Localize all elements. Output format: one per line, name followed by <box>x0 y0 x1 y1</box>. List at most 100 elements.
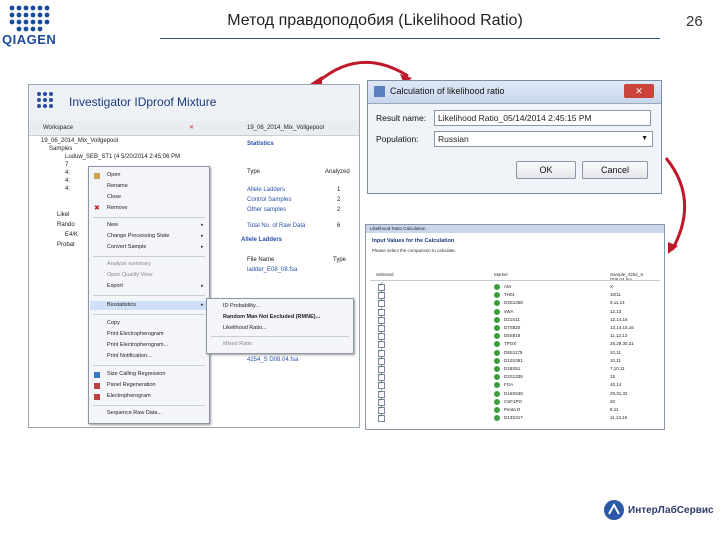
menu-item-convert[interactable]: Convert Sample <box>107 244 146 250</box>
menu-item-biostatistics[interactable]: Biostatistics <box>107 302 136 308</box>
submenu-item-mixed-ratio[interactable]: Mixed Ratio <box>223 341 252 347</box>
table-row[interactable]: ✓ Penta D 8,11 <box>366 405 664 414</box>
menu-item-export[interactable]: Export <box>107 283 123 289</box>
table-row[interactable]: ✓ FGA 10,14 <box>366 380 664 390</box>
table-row[interactable]: ✓ D3S1358 9,11,14 <box>366 298 664 308</box>
tree-item[interactable]: E4/K <box>65 231 78 239</box>
table-row[interactable]: ✓ D7S820 13,14,15,16 <box>366 323 664 332</box>
menu-item-analyze[interactable]: Analyze summary <box>107 261 151 267</box>
menu-item-copy[interactable]: Copy <box>107 320 120 326</box>
check-icon: ✓ <box>378 396 384 403</box>
population-select[interactable]: Russian ▼ <box>434 131 653 147</box>
row-value: X <box>610 284 614 289</box>
table-row[interactable]: ✓ D18S51 7,10,11 <box>366 364 664 373</box>
menu-item-print[interactable]: Print Electropherogram <box>107 331 164 337</box>
input-values-panel: Likelihood Ratio Calculation Input Value… <box>365 224 665 430</box>
close-icon[interactable]: ✕ <box>624 84 654 98</box>
menu-item-panel[interactable]: Panel Regeneration <box>107 382 156 388</box>
menu-item-rename[interactable]: Rename <box>107 183 128 189</box>
row-marker: TH01 <box>504 292 516 298</box>
remove-icon: ✖ <box>94 205 100 212</box>
table-row[interactable]: ✓ D8S1179 10,11 <box>366 347 664 357</box>
menu-item-new[interactable]: New <box>107 222 118 228</box>
menu-item-sequence[interactable]: Sequence Raw Data... <box>107 410 162 416</box>
cancel-button[interactable]: Cancel <box>582 161 648 179</box>
tree-item[interactable]: Luduw_SEB_ST1 (4 5/20/2014 2:45:06 PM <box>65 153 180 161</box>
menu-item-change-state[interactable]: Change Processing State <box>107 233 169 239</box>
marker-status-icon <box>494 341 500 348</box>
table-row[interactable]: ✓ D13S317 11,13,16 <box>366 413 664 423</box>
col-selected: Selected <box>376 272 394 277</box>
qiagen-dots-icon <box>9 5 50 32</box>
file-item[interactable]: 4254_S D08.04.fsa <box>247 355 298 365</box>
submenu-item-likelihood-ratio[interactable]: Likelihood Ratio... <box>223 325 267 331</box>
row-marker: AM <box>504 284 511 289</box>
marker-status-icon <box>494 398 500 405</box>
marker-status-icon <box>494 333 500 340</box>
tree-item[interactable]: 4: <box>65 177 70 185</box>
panel-icon <box>94 383 100 389</box>
row-marker: FGA <box>504 382 514 388</box>
menu-item-quality[interactable]: Open Quality View <box>107 272 152 278</box>
tree-item[interactable]: 4: <box>65 169 70 177</box>
ok-button[interactable]: OK <box>516 161 576 179</box>
menu-item-close[interactable]: Close <box>107 194 121 200</box>
menu-item-print-2[interactable]: Print Electropherogram... <box>107 342 168 348</box>
table-row[interactable]: ✓ TH01 10/11 <box>366 290 664 300</box>
table-row[interactable]: ✓ AM X <box>366 282 664 291</box>
stats-row-value: 6 <box>337 223 341 229</box>
check-icon: ✓ <box>378 290 384 297</box>
submenu-item-rmne[interactable]: Random Man Not Excluded (RMNE)... <box>223 314 320 320</box>
submenu-item-id-probability[interactable]: ID Probability... <box>223 303 260 309</box>
tab-workspace[interactable]: Workspace <box>43 121 73 135</box>
tree-item[interactable]: Likel <box>57 211 69 219</box>
file-name-col: File Name <box>247 257 275 263</box>
menu-item-notification[interactable]: Print Notification... <box>107 353 152 359</box>
file-name-value[interactable]: ladder_E08_08.fsa <box>247 265 297 275</box>
col-sample: Sample_4254_S D08.04.fsa <box>610 272 644 282</box>
check-icon: ✓ <box>378 347 384 354</box>
row-value: 28,29,30,31 <box>610 341 634 347</box>
table-row[interactable]: ✓ D21S11 12,14,16 <box>366 315 664 324</box>
stats-row-type[interactable]: Total No. of Raw Data <box>247 221 305 231</box>
tree-item[interactable]: 7 <box>65 161 68 169</box>
menu-item-open[interactable]: Open <box>107 172 120 178</box>
app-title: Investigator IDproof Mixture <box>69 95 217 109</box>
tree-item[interactable]: Rando <box>57 221 75 229</box>
chevron-down-icon: ▼ <box>641 135 648 142</box>
stats-row-type[interactable]: Allele Ladders <box>247 185 285 195</box>
panel-subheader: Please select the comparison to calculat… <box>372 248 457 253</box>
table-row[interactable]: ✓ vWA 12,13 <box>366 307 664 316</box>
table-row[interactable]: ✓ D5S818 11,12,13 <box>366 331 664 341</box>
slide-title: Метод правдоподобия (Likelihood Ratio) <box>227 12 523 29</box>
menu-item-electropherogram[interactable]: Electropherogram <box>107 393 151 399</box>
row-value: 20 <box>610 398 616 404</box>
qiagen-wordmark: QIAGEN <box>2 32 57 47</box>
tab-project[interactable]: 19_06_2014_Mix_Vollgepool <box>247 121 324 135</box>
stats-row-type[interactable]: Other samples <box>247 205 286 215</box>
panel-window-title: Likelihood Ratio Calculation <box>370 226 426 231</box>
table-row[interactable]: ✓ CSF1PO 20 <box>366 396 664 406</box>
close-icon[interactable]: ✕ <box>189 121 194 135</box>
tree-item[interactable]: 4: <box>65 185 70 193</box>
tree-item[interactable]: Probat <box>57 241 75 249</box>
marker-status-icon <box>494 325 500 331</box>
table-row[interactable]: ✓ D16S539 29,31,32 <box>366 389 664 398</box>
table-row[interactable]: ✓ TPOX 28,29,30,31 <box>366 339 664 349</box>
tree-item[interactable]: 19_06_2014_Mix_Vollgepool <box>41 137 118 145</box>
allele-ladders-header[interactable]: Allele Ladders <box>241 237 282 243</box>
menu-item-remove[interactable]: Remove <box>107 205 127 211</box>
row-value: 12,13 <box>610 308 622 314</box>
table-row[interactable]: ✓ D12S391 10,11 <box>366 356 664 365</box>
row-marker: D12S391 <box>504 357 523 363</box>
result-name-label: Result name: <box>376 113 427 123</box>
app-logo-icon <box>37 92 53 108</box>
tree-item[interactable]: Samples <box>49 145 72 153</box>
table-row[interactable]: ✓ D2S1338 15 <box>366 372 664 382</box>
marker-status-icon <box>494 366 500 372</box>
statistics-header[interactable]: Statistics <box>247 141 274 147</box>
panel-titlebar: Likelihood Ratio Calculation <box>366 225 664 233</box>
result-name-input[interactable]: Likelihood Ratio_05/14/2014 2:45:15 PM <box>434 110 651 126</box>
menu-item-regression[interactable]: Size Calling Regression <box>107 371 165 377</box>
stats-row-type[interactable]: Control Samples <box>247 195 291 205</box>
